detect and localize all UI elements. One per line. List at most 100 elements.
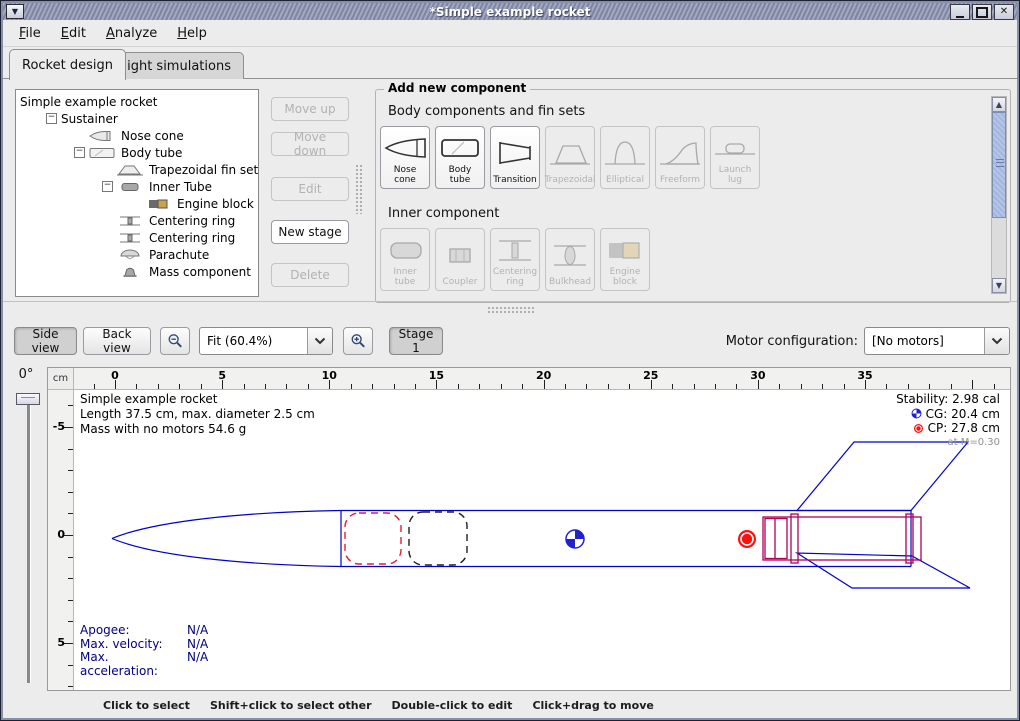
- ruler-tick: [351, 384, 352, 389]
- ruler-tick: [672, 384, 673, 389]
- edit-button[interactable]: Edit: [271, 177, 349, 201]
- centering-ring-fore[interactable]: [791, 514, 798, 563]
- ruler-tick: [715, 384, 716, 389]
- engine-block-icon: [603, 232, 647, 267]
- menu-bar: File Edit Analyze Help: [3, 20, 1017, 47]
- ruler-tick: [158, 384, 159, 389]
- tree-item-centering-ring-2[interactable]: Centering ring: [16, 229, 258, 246]
- stability-line: Stability: 2.98 cal: [896, 392, 1000, 407]
- tree-item-fin-set[interactable]: Trapezoidal fin set: [16, 161, 258, 178]
- ruler-tick: [68, 513, 73, 514]
- add-bulkhead-button[interactable]: Bulkhead: [545, 228, 595, 291]
- ruler-tick: [736, 384, 737, 389]
- component-scrollbar[interactable]: ▲ ▼: [991, 96, 1007, 294]
- tree-item-label: Mass component: [149, 265, 251, 279]
- ruler-label: 20: [536, 369, 551, 382]
- bulkhead-icon: [548, 232, 592, 277]
- ruler-tick: [201, 384, 202, 389]
- fin-upper[interactable]: [797, 442, 968, 511]
- add-coupler-button[interactable]: Coupler: [435, 228, 485, 291]
- zoom-in-button[interactable]: [343, 327, 373, 355]
- collapse-icon[interactable]: −: [74, 147, 85, 158]
- stage-1-toggle[interactable]: Stage 1: [389, 327, 443, 355]
- scrollbar-thumb[interactable]: [992, 112, 1006, 218]
- nose-cone-outline[interactable]: [112, 511, 341, 567]
- ruler-tick: [458, 384, 459, 389]
- tree-item-nose-cone[interactable]: Nose cone: [16, 127, 258, 144]
- tree-item-rocket[interactable]: Simple example rocket: [16, 93, 258, 110]
- tree-item-body-tube[interactable]: − Body tube: [16, 144, 258, 161]
- add-transition-button[interactable]: Transition: [490, 126, 540, 189]
- minimize-button[interactable]: [950, 4, 970, 20]
- component-tree[interactable]: Simple example rocket − Sustainer Nose c…: [15, 89, 259, 297]
- menu-help[interactable]: Help: [169, 23, 215, 44]
- add-freeform-fin-button[interactable]: Freeform: [655, 126, 705, 189]
- vertical-ruler: -505: [48, 390, 74, 690]
- fin-icon: [117, 164, 143, 176]
- new-stage-button[interactable]: New stage: [271, 220, 349, 244]
- add-launch-lug-button[interactable]: Launch lug: [710, 126, 760, 189]
- tree-item-inner-tube[interactable]: − Inner Tube: [16, 178, 258, 195]
- cp-line: CP: 27.8 cm: [896, 421, 1000, 436]
- ruler-tick: [801, 384, 802, 389]
- add-elliptical-fin-button[interactable]: Elliptical: [600, 126, 650, 189]
- ruler-tick: [972, 380, 973, 389]
- chevron-down-icon[interactable]: [984, 328, 1009, 354]
- add-inner-tube-button[interactable]: Inner tube: [380, 228, 430, 291]
- ruler-unit-label: cm: [48, 368, 74, 390]
- engine-block-outline[interactable]: [765, 519, 787, 559]
- add-engine-block-button[interactable]: Engine block: [600, 228, 650, 291]
- body-tube-outline[interactable]: [341, 511, 911, 567]
- tab-rocket-design[interactable]: Rocket design: [9, 49, 126, 80]
- tree-item-label: Inner Tube: [149, 180, 212, 194]
- add-body-tube-button[interactable]: Body tube: [435, 126, 485, 189]
- rocket-info: Simple example rocket Length 37.5 cm, ma…: [80, 392, 315, 437]
- close-button[interactable]: ✕: [994, 4, 1014, 20]
- add-trapezoidal-fin-button[interactable]: Trapezoidal: [545, 126, 595, 189]
- horizontal-splitter-handle[interactable]: [487, 306, 535, 314]
- body-tube-icon: [438, 130, 482, 165]
- rotation-slider[interactable]: [27, 405, 31, 683]
- mass-component-outline[interactable]: [409, 512, 467, 565]
- tree-item-engine-block[interactable]: Engine block: [16, 195, 258, 212]
- chevron-down-icon[interactable]: [307, 328, 332, 354]
- rotation-slider-thumb[interactable]: [16, 393, 40, 405]
- tree-item-centering-ring-1[interactable]: Centering ring: [16, 212, 258, 229]
- tree-item-sustainer[interactable]: − Sustainer: [16, 110, 258, 127]
- side-view-button[interactable]: Side view: [14, 327, 77, 355]
- zoom-level-value: Fit (60.4%): [200, 334, 307, 348]
- zoom-level-combobox[interactable]: Fit (60.4%): [199, 327, 333, 355]
- delete-button[interactable]: Delete: [271, 263, 349, 287]
- parachute-outline[interactable]: [345, 513, 401, 564]
- menu-file[interactable]: File: [11, 23, 49, 44]
- add-nose-cone-button[interactable]: Nose cone: [380, 126, 430, 189]
- hint-shift-click: Shift+click to select other: [210, 699, 372, 712]
- rocket-canvas[interactable]: Simple example rocket Length 37.5 cm, ma…: [74, 390, 1010, 690]
- nose-cone-icon: [89, 130, 115, 142]
- add-centering-ring-button[interactable]: Centering ring: [490, 228, 540, 291]
- collapse-icon[interactable]: −: [102, 181, 113, 192]
- ruler-tick: [929, 384, 930, 389]
- menu-analyze[interactable]: Analyze: [98, 23, 165, 44]
- hint-double-click: Double-click to edit: [392, 699, 513, 712]
- move-up-button[interactable]: Move up: [271, 97, 349, 121]
- move-down-button[interactable]: Move down: [271, 132, 349, 156]
- ruler-tick: [586, 384, 587, 389]
- nose-cone-icon: [383, 130, 427, 165]
- group-title: Add new component: [384, 81, 530, 95]
- scroll-down-icon[interactable]: ▼: [992, 278, 1006, 293]
- maximize-button[interactable]: [972, 4, 992, 20]
- zoom-out-button[interactable]: [160, 327, 190, 355]
- menu-edit[interactable]: Edit: [53, 23, 94, 44]
- tree-item-mass-component[interactable]: Mass component: [16, 263, 258, 280]
- add-component-group: Add new component Body components and fi…: [375, 89, 1011, 303]
- motor-configuration-combobox[interactable]: [No motors]: [864, 327, 1010, 355]
- cp-icon: [913, 423, 924, 434]
- fin-lower[interactable]: [797, 553, 970, 588]
- back-view-button[interactable]: Back view: [83, 327, 151, 355]
- title-bar[interactable]: ▼ *Simple example rocket ✕: [3, 3, 1017, 21]
- vertical-splitter-handle[interactable]: [355, 164, 363, 214]
- scroll-up-icon[interactable]: ▲: [992, 97, 1006, 112]
- tree-item-parachute[interactable]: Parachute: [16, 246, 258, 263]
- collapse-icon[interactable]: −: [46, 113, 57, 124]
